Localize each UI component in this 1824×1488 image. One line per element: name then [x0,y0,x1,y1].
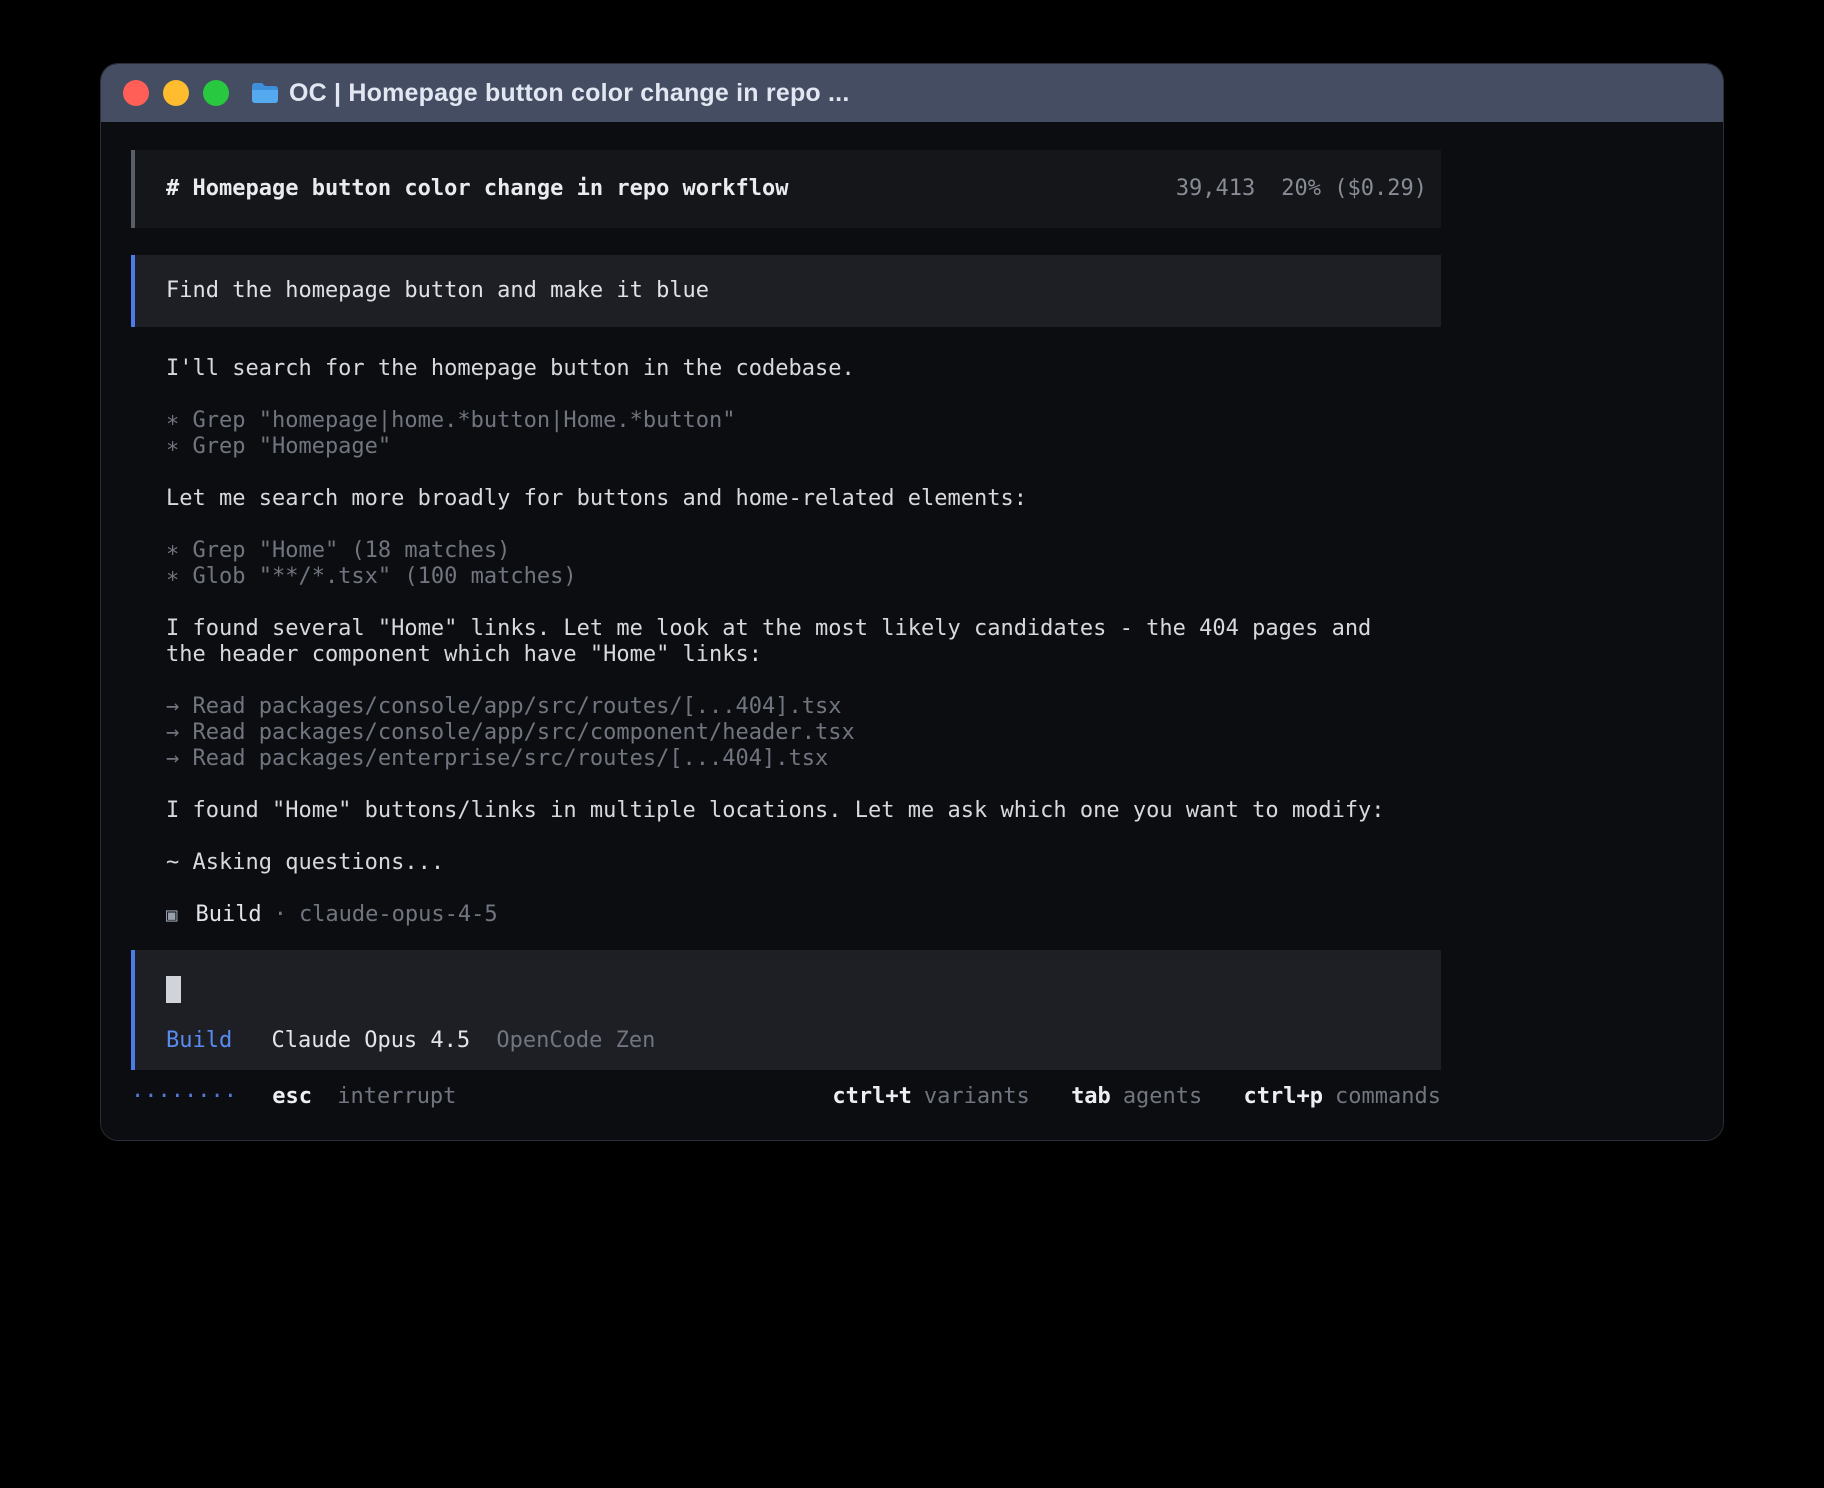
shortcut-key: tab [1071,1084,1111,1109]
token-count: 39,413 [1176,176,1255,201]
tool-call-read: → Read packages/console/app/src/routes/[… [166,694,1411,720]
assistant-text: I'll search for the homepage button in t… [166,356,1411,382]
close-button[interactable] [123,80,149,106]
shortcut-commands: ctrl+p commands [1244,1084,1441,1109]
status-bar: ········ esc interrupt ctrl+t variants ta… [131,1084,1441,1110]
model-label: Claude Opus 4.5 [271,1028,470,1053]
zoom-button[interactable] [203,80,229,106]
agent-separator: · [274,902,287,928]
traffic-lights [123,80,229,106]
agent-name: Build [195,902,261,928]
tool-call-group: ∗ Grep "homepage|home.*button|Home.*butt… [166,408,1411,460]
user-message-text: Find the homepage button and make it blu… [166,278,709,304]
shortcut-agents: tab agents [1071,1084,1202,1109]
assistant-text: I found several "Home" links. Let me loo… [166,616,1411,668]
tool-call-grep: ∗ Grep "Home" (18 matches) [166,538,1411,564]
agent-model: claude-opus-4-5 [299,902,498,928]
composer-meta: Build Claude Opus 4.5 OpenCode Zen [166,1028,1427,1054]
assistant-text: Let me search more broadly for buttons a… [166,486,1411,512]
tool-call-grep: ∗ Grep "Homepage" [166,434,1411,460]
working-status: ~ Asking questions... [166,850,1411,876]
tool-call-grep: ∗ Grep "homepage|home.*button|Home.*butt… [166,408,1411,434]
esc-action: interrupt [337,1084,456,1109]
tool-call-read: → Read packages/enterprise/src/routes/[.… [166,746,1411,772]
shortcut-key: ctrl+t [832,1084,911,1109]
statusbar-left: ········ esc interrupt [131,1084,456,1110]
terminal-body: # Homepage button color change in repo w… [101,122,1723,1140]
shortcut-variants: ctrl+t variants [832,1084,1029,1109]
spinner-dots: ········ [131,1084,237,1109]
titlebar[interactable]: OC | Homepage button color change in rep… [101,64,1723,122]
minimize-button[interactable] [163,80,189,106]
conversation: I'll search for the homepage button in t… [131,356,1441,928]
assistant-text: I found "Home" buttons/links in multiple… [166,798,1411,824]
tool-call-group: ∗ Grep "Home" (18 matches) ∗ Glob "**/*.… [166,538,1411,590]
provider-label: OpenCode Zen [496,1028,655,1053]
statusbar-right: ctrl+t variants tab agents ctrl+p commands [804,1084,1441,1110]
folder-icon [251,82,279,104]
session-title: # Homepage button color change in repo w… [166,176,789,202]
tool-call-group: → Read packages/console/app/src/routes/[… [166,694,1411,772]
context-usage: 20% ($0.29) [1281,176,1427,201]
shortcut-key: ctrl+p [1244,1084,1323,1109]
text-cursor [166,976,181,1003]
shortcut-label: agents [1123,1084,1202,1109]
agent-icon: ▣ [166,902,177,928]
shortcut-label: variants [924,1084,1030,1109]
session-header: # Homepage button color change in repo w… [131,150,1441,228]
tool-call-read: → Read packages/console/app/src/componen… [166,720,1411,746]
terminal-window: OC | Homepage button color change in rep… [100,63,1724,1141]
input-area[interactable]: Build Claude Opus 4.5 OpenCode Zen [131,950,1441,1070]
esc-key: esc [272,1084,312,1109]
shortcut-label: commands [1335,1084,1441,1109]
tool-call-glob: ∗ Glob "**/*.tsx" (100 matches) [166,564,1411,590]
agent-indicator: ▣ Build · claude-opus-4-5 [166,902,1411,928]
mode-label: Build [166,1028,232,1053]
window-title: OC | Homepage button color change in rep… [289,79,849,108]
session-stats: 39,413 20% ($0.29) [1176,176,1427,202]
user-message: Find the homepage button and make it blu… [131,255,1441,327]
